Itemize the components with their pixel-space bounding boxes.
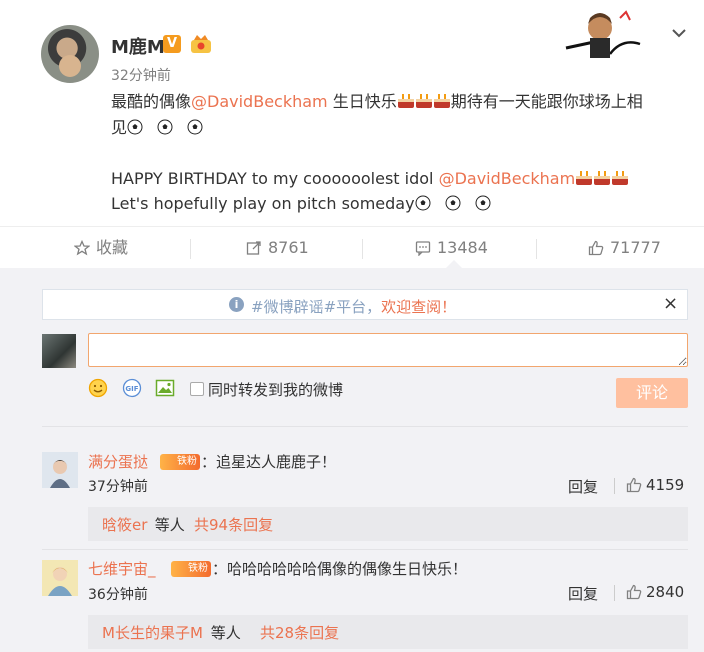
thumbs-up-icon	[626, 584, 642, 600]
image-icon[interactable]	[155, 378, 175, 398]
cake-emoji-icon	[576, 171, 593, 185]
like-button[interactable]: 71777	[588, 227, 661, 269]
comment-text: ：追星达人鹿鹿子！	[201, 453, 337, 471]
info-icon: i	[229, 297, 244, 312]
soccer-ball-emoji-icon	[445, 195, 461, 211]
post-action-bar: 收藏 8761 13484 71777	[0, 226, 704, 268]
commenter-name[interactable]: 七维宇宙_	[88, 558, 156, 579]
mention-link[interactable]: @DavidBeckham	[191, 92, 328, 111]
post-text: 最酷的偶像	[111, 92, 192, 111]
repost-count: 8761	[268, 238, 309, 257]
weibo-post: M鹿M V 32分钟前 最酷的偶像@DavidBeckham 生日快乐 期待有一天…	[0, 0, 704, 226]
post-text: Let's hopefully play on pitch someday	[111, 194, 415, 213]
repost-button[interactable]: 8761	[246, 227, 309, 269]
fan-badge[interactable]: 铁粉	[171, 561, 211, 577]
thumbs-up-icon	[588, 240, 604, 256]
chevron-down-icon[interactable]	[670, 26, 688, 40]
notice-text-main: #微博辟谣#平台，	[251, 298, 382, 316]
cake-emoji-icon	[612, 171, 629, 185]
repost-checkbox[interactable]	[190, 382, 204, 396]
sub-reply-count[interactable]: 共94条回复	[194, 514, 273, 535]
post-text: 期待有一天能跟你球场上相	[450, 92, 643, 111]
gif-icon[interactable]: GIF	[122, 378, 142, 398]
cake-emoji-icon	[415, 94, 432, 108]
commenter-avatar[interactable]	[42, 452, 78, 488]
verified-badge[interactable]: V	[163, 35, 181, 53]
rumor-notice-banner: i #微博辟谣#平台，欢迎查阅！ ×	[42, 289, 688, 320]
soccer-ball-emoji-icon	[475, 195, 491, 211]
soccer-ball-emoji-icon	[127, 119, 143, 135]
soccer-ball-emoji-icon	[157, 119, 173, 135]
comment-icon	[415, 241, 431, 257]
post-text: 见	[111, 118, 128, 137]
like-count: 71777	[610, 238, 661, 257]
comment-like-button[interactable]: 4159	[626, 476, 684, 494]
author-name[interactable]: M鹿M	[111, 33, 165, 59]
notice-link[interactable]: 欢迎查阅！	[381, 298, 456, 316]
comment-pointer	[446, 260, 462, 268]
fan-badge[interactable]: 铁粉	[160, 454, 200, 470]
sub-reply-text: 等人	[206, 624, 246, 642]
comment-text: ：哈哈哈哈哈哈偶像的偶像生日快乐！	[212, 560, 468, 578]
sub-reply-user[interactable]: 晗筱er	[102, 514, 147, 535]
post-time[interactable]: 32分钟前	[111, 65, 171, 85]
favorite-button[interactable]: 收藏	[73, 227, 129, 269]
comment-input[interactable]	[88, 333, 688, 367]
cake-emoji-icon	[594, 171, 611, 185]
cake-emoji-icon	[397, 94, 414, 108]
repost-icon	[246, 241, 261, 255]
reply-button[interactable]: 回复	[568, 583, 598, 604]
comment-like-count: 4159	[646, 476, 685, 494]
sub-replies-box[interactable]: 晗筱er 等人 共94条回复	[88, 507, 688, 541]
commenter-avatar[interactable]	[42, 560, 78, 596]
soccer-ball-emoji-icon	[415, 195, 431, 211]
author-avatar[interactable]	[41, 25, 99, 83]
close-icon[interactable]: ×	[663, 293, 678, 314]
post-text-line-3: HAPPY BIRTHDAY to my coooooolest idol @D…	[111, 165, 629, 193]
sub-reply-text: 等人	[150, 516, 190, 534]
cake-emoji-icon	[433, 94, 450, 108]
repost-checkbox-label[interactable]: 同时转发到我的微博	[208, 379, 343, 400]
star-icon	[73, 239, 91, 256]
favorite-label: 收藏	[96, 238, 129, 257]
commenter-name[interactable]: 满分蛋挞	[88, 451, 148, 472]
comment-time[interactable]: 36分钟前	[88, 584, 148, 604]
post-text-line-4: Let's hopefully play on pitch someday	[111, 190, 498, 218]
profile-decoration-image	[565, 10, 641, 58]
comment-like-count: 2840	[646, 583, 685, 601]
thumbs-up-icon	[626, 477, 642, 493]
sub-replies-box[interactable]: M长生的果子M 等人 共28条回复	[88, 615, 688, 649]
soccer-ball-emoji-icon	[187, 119, 203, 135]
post-text: 生日快乐	[327, 92, 397, 111]
sub-reply-user[interactable]: M长生的果子M	[102, 622, 203, 643]
emoji-icon[interactable]	[88, 378, 108, 398]
svg-text:GIF: GIF	[125, 385, 138, 393]
sub-reply-count[interactable]: 共28条回复	[260, 622, 339, 643]
reply-button[interactable]: 回复	[568, 476, 598, 497]
comment-count: 13484	[437, 238, 488, 257]
post-text-line-1: 最酷的偶像@DavidBeckham 生日快乐 期待有一天能跟你球场上相	[111, 88, 643, 116]
submit-comment-button[interactable]: 评论	[616, 378, 688, 408]
comment-time[interactable]: 37分钟前	[88, 476, 148, 496]
mention-link[interactable]: @DavidBeckham	[439, 169, 576, 188]
notice-text: #微博辟谣#平台，欢迎查阅！	[251, 296, 456, 317]
comment-like-button[interactable]: 2840	[626, 583, 684, 601]
post-text: HAPPY BIRTHDAY to my coooooolest idol	[111, 169, 439, 188]
crown-icon[interactable]	[190, 34, 212, 54]
post-text-line-2: 见	[111, 114, 210, 142]
current-user-avatar[interactable]	[42, 334, 76, 368]
